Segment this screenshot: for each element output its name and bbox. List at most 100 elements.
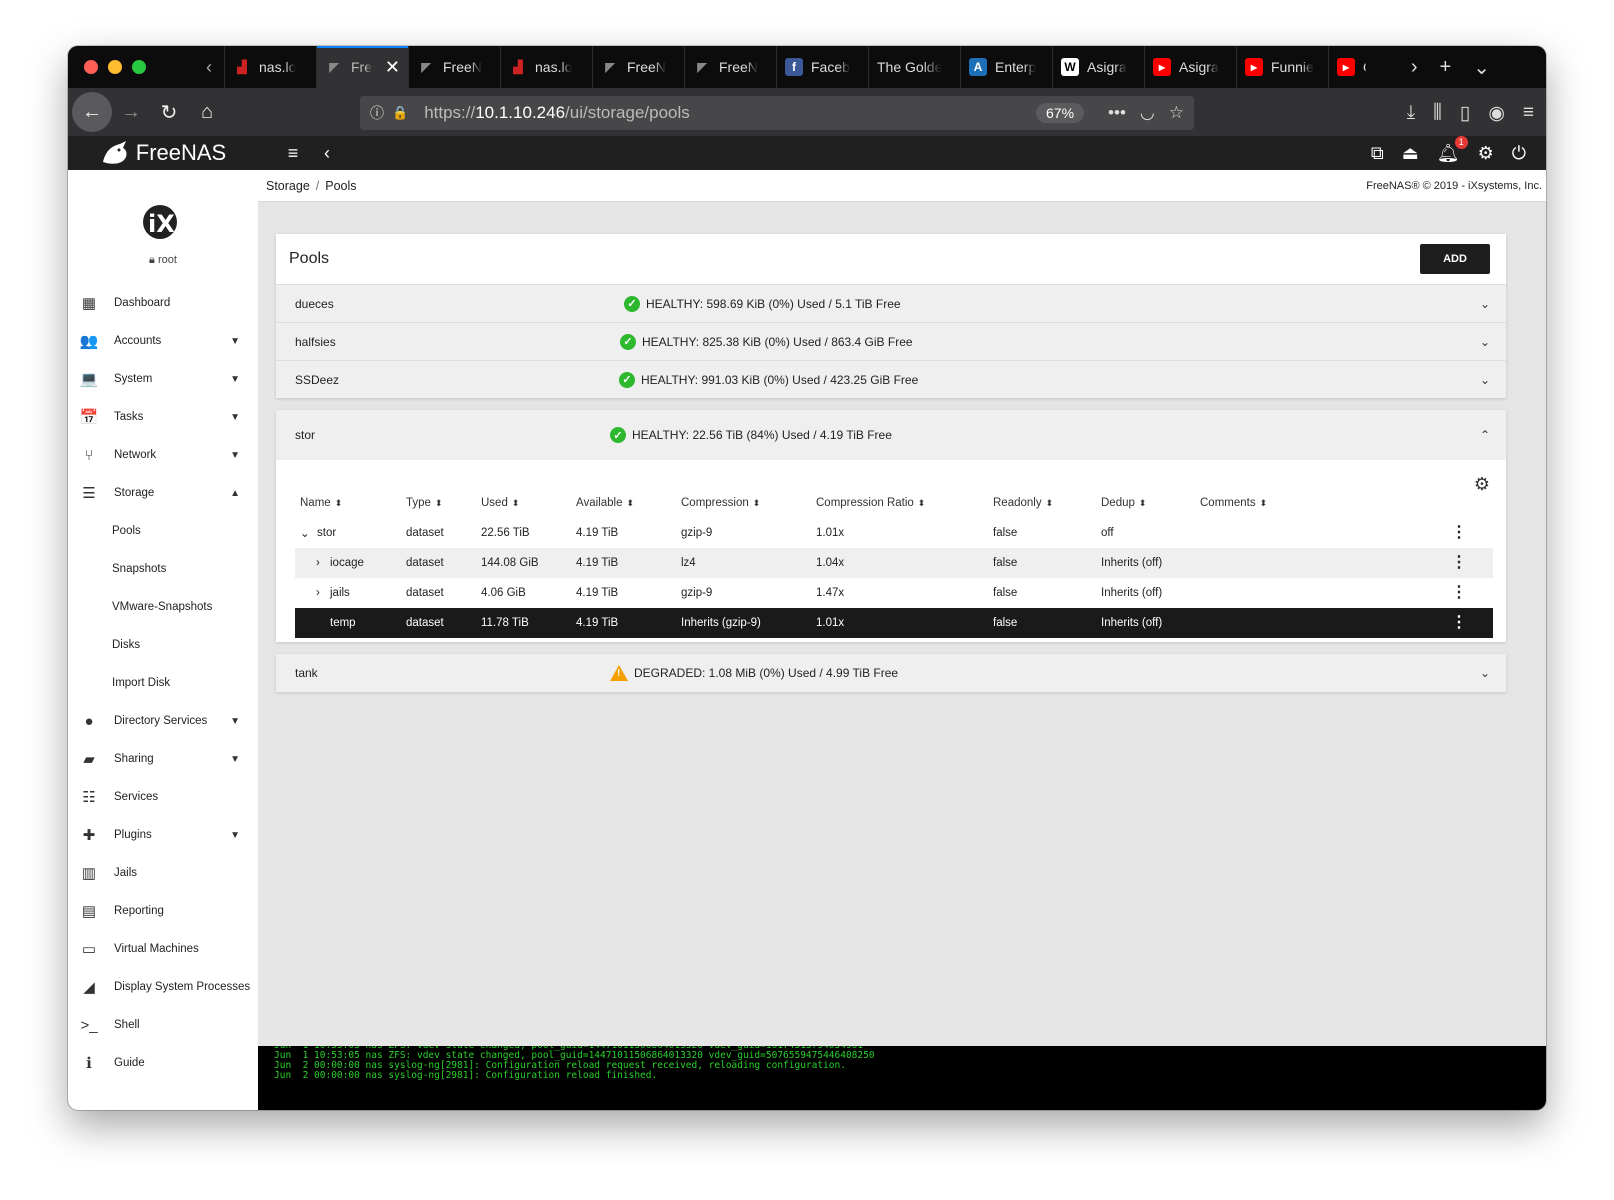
close-window-button[interactable]: [84, 60, 98, 74]
browser-tab[interactable]: ◤ FreeN: [408, 46, 500, 88]
column-header-type[interactable]: Type ⬍: [406, 497, 442, 509]
tab-list-chevron-icon[interactable]: ⌄: [1473, 55, 1490, 80]
expand-chevron-down-icon[interactable]: ⌄: [300, 526, 310, 540]
bookmark-star-icon[interactable]: ☆: [1169, 103, 1184, 123]
page-actions-icon[interactable]: •••: [1108, 103, 1126, 123]
tab-scroll-left-icon[interactable]: ‹: [194, 46, 224, 88]
back-button[interactable]: ←: [72, 92, 112, 132]
zoom-level[interactable]: 67%: [1036, 103, 1085, 123]
browser-tab[interactable]: A Enterp: [960, 46, 1052, 88]
sidebar-item-display-system-processes[interactable]: ◢ Display System Processes: [68, 968, 258, 1006]
sidebar-item-sharing[interactable]: ▰ Sharing ▼: [68, 740, 258, 778]
pocket-icon[interactable]: ◡: [1140, 103, 1155, 123]
browser-tab[interactable]: ◤ Fre ✕: [316, 46, 408, 88]
column-header-used[interactable]: Used ⬍: [481, 497, 519, 509]
column-header-comments[interactable]: Comments ⬍: [1200, 497, 1267, 509]
browser-tab[interactable]: ▟ nas.lo: [224, 46, 316, 88]
expand-chevron-right-icon[interactable]: ›: [316, 587, 320, 599]
sidebar-item-reporting[interactable]: ▤ Reporting: [68, 892, 258, 930]
pool-header-tank[interactable]: tank ! DEGRADED: 1.08 MiB (0%) Used / 4.…: [276, 654, 1506, 692]
row-actions-kebab-icon[interactable]: ⋮: [1451, 555, 1467, 571]
maximize-window-button[interactable]: [132, 60, 146, 74]
table-row[interactable]: › jails dataset 4.06 GiB 4.19 TiB gzip-9 1.47x…: [295, 578, 1493, 608]
browser-tab[interactable]: ▶ Funnie: [1236, 46, 1328, 88]
sidebar-item-pools[interactable]: Pools: [68, 512, 258, 550]
column-header-dedup[interactable]: Dedup ⬍: [1101, 497, 1146, 509]
pool-row-ssdeez[interactable]: SSDeez ✓ HEALTHY: 991.03 KiB (0%) Used /…: [276, 360, 1506, 398]
browser-tab[interactable]: The Golde: [868, 46, 960, 88]
sidebar-item-import-disk[interactable]: Import Disk: [68, 664, 258, 702]
chevron-down-icon[interactable]: ⌄: [1480, 297, 1490, 311]
sidebar-item-directory-services[interactable]: ● Directory Services ▼: [68, 702, 258, 740]
sidebar-item-plugins[interactable]: ✚ Plugins ▼: [68, 816, 258, 854]
row-actions-kebab-icon[interactable]: ⋮: [1451, 585, 1467, 601]
row-actions-kebab-icon[interactable]: ⋮: [1451, 615, 1467, 631]
sidebar-item-storage[interactable]: ☰ Storage ▲: [68, 474, 258, 512]
chevron-down-icon[interactable]: ⌄: [1480, 666, 1490, 680]
chevron-down-icon[interactable]: ⌄: [1480, 373, 1490, 387]
minimize-window-button[interactable]: [108, 60, 122, 74]
hamburger-icon[interactable]: ≡: [276, 143, 310, 164]
close-tab-icon[interactable]: ✕: [385, 57, 400, 78]
breadcrumb-storage[interactable]: Storage: [266, 179, 310, 193]
table-row[interactable]: › iocage dataset 144.08 GiB 4.19 TiB lz4 1.04x…: [295, 548, 1493, 578]
sidebar-item-jails[interactable]: ▥ Jails: [68, 854, 258, 892]
account-icon[interactable]: ◉: [1488, 102, 1505, 125]
column-header-compression-ratio[interactable]: Compression Ratio ⬍: [816, 497, 925, 509]
sidebar-item-guide[interactable]: ℹ Guide: [68, 1044, 258, 1082]
directory-services-monitor-icon[interactable]: ⏏: [1402, 143, 1419, 164]
hamburger-menu-icon[interactable]: ≡: [1523, 102, 1534, 124]
sidebar-item-system[interactable]: 💻 System ▼: [68, 360, 258, 398]
table-row[interactable]: ⌄ stor dataset 22.56 TiB 4.19 TiB gzip-9 1.01x…: [295, 518, 1493, 548]
pool-row-dueces[interactable]: dueces ✓ HEALTHY: 598.69 KiB (0%) Used /…: [276, 284, 1506, 322]
caret-down-icon: ▼: [230, 335, 240, 347]
sidebar-item-network[interactable]: ⑂ Network ▼: [68, 436, 258, 474]
new-tab-icon[interactable]: +: [1440, 56, 1452, 79]
url-text[interactable]: https://10.1.10.246/ui/storage/pools: [424, 103, 690, 123]
sidebar-item-accounts[interactable]: 👥 Accounts ▼: [68, 322, 258, 360]
library-icon[interactable]: ⫼: [1433, 102, 1442, 124]
home-button[interactable]: ⌂: [188, 93, 226, 131]
expand-chevron-right-icon[interactable]: ›: [316, 557, 320, 569]
column-header-compression[interactable]: Compression ⬍: [681, 497, 760, 509]
power-icon[interactable]: ⏻: [1512, 143, 1526, 164]
notifications-bell-icon[interactable]: 🔔︎ 1: [1437, 135, 1468, 164]
address-bar[interactable]: ⓘ 🔒 https://10.1.10.246/ui/storage/pools…: [360, 96, 1194, 130]
column-header-readonly[interactable]: Readonly ⬍: [993, 497, 1053, 509]
column-header-name[interactable]: Name ⬍: [300, 497, 342, 509]
collapse-sidebar-icon[interactable]: ‹: [310, 143, 344, 164]
browser-tab[interactable]: ▶O: [1328, 46, 1374, 88]
sidebar-item-tasks[interactable]: 📅 Tasks ▼: [68, 398, 258, 436]
freenas-logo[interactable]: FreeNAS: [68, 140, 258, 166]
table-row[interactable]: temp dataset 11.78 TiB 4.19 TiB Inherits (gz…: [295, 608, 1493, 638]
browser-tab[interactable]: W Asigra: [1052, 46, 1144, 88]
sidebar-item-virtual-machines[interactable]: ▭ Virtual Machines: [68, 930, 258, 968]
sidebar-item-services[interactable]: ☷ Services: [68, 778, 258, 816]
chevron-up-icon[interactable]: ⌃: [1480, 428, 1490, 442]
add-pool-button[interactable]: ADD: [1420, 244, 1490, 274]
row-actions-kebab-icon[interactable]: ⋮: [1451, 525, 1467, 541]
reload-button[interactable]: ↻: [150, 93, 188, 131]
downloads-icon[interactable]: ⤓: [1407, 102, 1415, 124]
lock-icon: 🔒︎: [149, 254, 155, 266]
tab-scroll-right-icon[interactable]: ›: [1411, 56, 1418, 79]
info-icon[interactable]: ⓘ: [370, 103, 384, 123]
sidebar-item-disks[interactable]: Disks: [68, 626, 258, 664]
chevron-down-icon[interactable]: ⌄: [1480, 335, 1490, 349]
browser-tab[interactable]: ◤ FreeN: [684, 46, 776, 88]
sidebar-item-snapshots[interactable]: Snapshots: [68, 550, 258, 588]
pool-row-halfsies[interactable]: halfsies ✓ HEALTHY: 825.38 KiB (0%) Used…: [276, 322, 1506, 360]
sidebar-item-vmware-snapshots[interactable]: VMware-Snapshots: [68, 588, 258, 626]
browser-tab[interactable]: ▶ Asigra: [1144, 46, 1236, 88]
settings-gear-icon[interactable]: ⚙: [1478, 143, 1494, 164]
browser-tab[interactable]: f Faceb: [776, 46, 868, 88]
sidebar-toggle-icon[interactable]: ▯: [1460, 102, 1470, 125]
sidebar-item-shell[interactable]: >_ Shell: [68, 1006, 258, 1044]
browser-tab[interactable]: ◤ FreeN: [592, 46, 684, 88]
forward-button[interactable]: →: [112, 93, 150, 131]
pool-header-stor[interactable]: stor ✓ HEALTHY: 22.56 TiB (84%) Used / 4…: [276, 410, 1506, 460]
browser-tab[interactable]: ▟ nas.lo: [500, 46, 592, 88]
copy-icon[interactable]: ⧉: [1371, 143, 1384, 164]
column-header-available[interactable]: Available ⬍: [576, 497, 634, 509]
sidebar-item-dashboard[interactable]: ▦ Dashboard: [68, 284, 258, 322]
